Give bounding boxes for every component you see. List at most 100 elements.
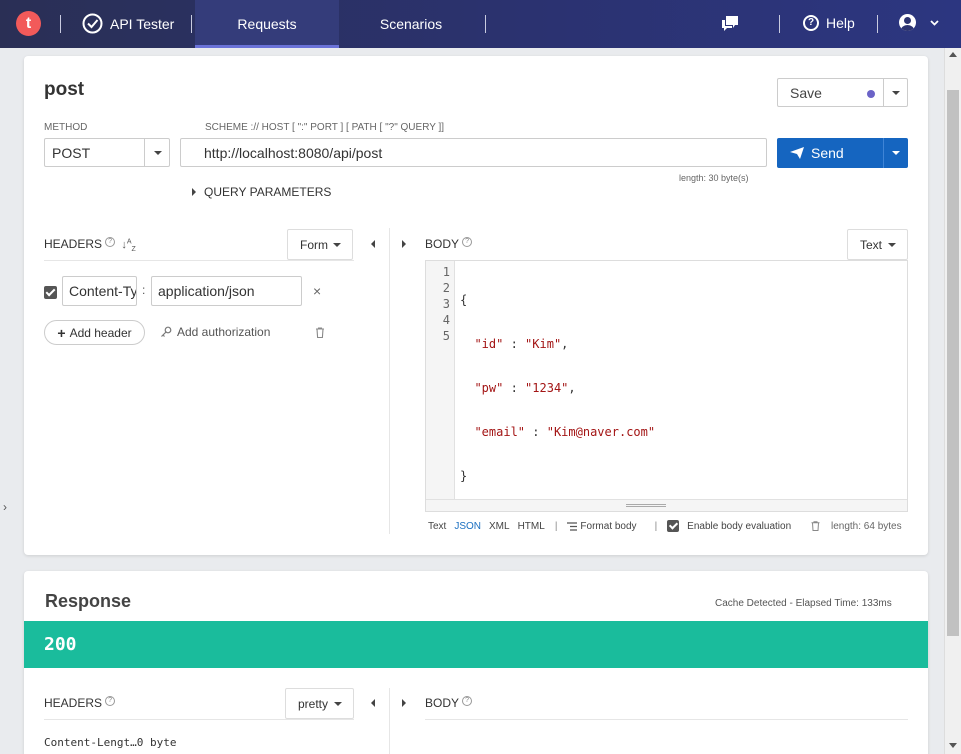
- scroll-down-arrow-icon[interactable]: [949, 743, 957, 748]
- line-number: 5: [442, 329, 450, 343]
- send-button[interactable]: Send: [777, 138, 908, 168]
- collapse-left-icon[interactable]: [371, 240, 375, 248]
- help-label: Help: [826, 15, 855, 31]
- page-scrollbar[interactable]: [944, 48, 961, 754]
- sort-icon[interactable]: ↓AZ: [121, 238, 135, 253]
- paper-plane-icon: [790, 147, 804, 159]
- response-headers-section: HEADERS?: [44, 696, 116, 710]
- save-button[interactable]: Save: [777, 78, 908, 107]
- format-html-option[interactable]: HTML: [518, 521, 545, 532]
- add-authorization-button[interactable]: Add authorization: [160, 325, 270, 339]
- nav-separator: [191, 15, 192, 33]
- caret-down-icon: [892, 151, 900, 155]
- brand[interactable]: API Tester: [82, 13, 174, 34]
- user-menu[interactable]: [899, 14, 939, 31]
- editor-resize-bar[interactable]: [426, 499, 907, 511]
- enable-body-evaluation-toggle[interactable]: Enable body evaluation: [667, 520, 799, 532]
- toolbar-separator: |: [554, 520, 558, 532]
- request-title[interactable]: post: [44, 79, 84, 101]
- help-question-icon[interactable]: ?: [105, 237, 116, 247]
- format-xml-option[interactable]: XML: [489, 521, 510, 532]
- enable-evaluation-checkbox[interactable]: [667, 520, 680, 532]
- trash-icon[interactable]: [315, 327, 325, 338]
- headers-mode-label: Form: [300, 238, 328, 252]
- response-header-row[interactable]: Content-Lengt…0 byte: [44, 736, 176, 749]
- headers-label: HEADERS: [44, 237, 103, 251]
- code-content[interactable]: { "id" : "Kim", "pw" : "1234", "email" :…: [460, 264, 655, 512]
- scroll-up-arrow-icon[interactable]: [949, 52, 957, 57]
- code-line: "pw" : "1234",: [474, 381, 576, 395]
- user-avatar-icon: [899, 14, 916, 31]
- app-logo[interactable]: t: [16, 11, 41, 36]
- divider: [425, 719, 908, 720]
- response-headers-mode-label: pretty: [298, 697, 329, 711]
- expand-arrow-icon: [192, 188, 196, 196]
- nav-separator: [779, 15, 780, 33]
- chat-bubbles-icon[interactable]: [720, 14, 740, 32]
- code-line: {: [460, 293, 468, 307]
- save-options-dropdown[interactable]: [883, 79, 908, 106]
- nav-separator: [877, 15, 878, 33]
- collapse-right-icon[interactable]: [402, 240, 406, 248]
- add-header-button[interactable]: + Add header: [44, 320, 145, 345]
- line-number: 4: [442, 313, 450, 327]
- response-headers-mode-dropdown[interactable]: pretty: [285, 688, 354, 719]
- send-options-dropdown[interactable]: [883, 138, 908, 168]
- nav-separator: [485, 15, 486, 33]
- query-parameters-toggle[interactable]: QUERY PARAMETERS: [192, 185, 331, 199]
- help-question-icon[interactable]: ?: [462, 237, 473, 247]
- body-mode-dropdown[interactable]: Text: [847, 229, 908, 260]
- body-length: length: 64 bytes: [831, 521, 902, 532]
- collapse-right-icon[interactable]: [402, 699, 406, 707]
- format-json-option[interactable]: JSON: [454, 521, 481, 532]
- body-code-editor[interactable]: 1 2 3 4 5 { "id" : "Kim", "pw" : "1234",…: [425, 260, 908, 512]
- method-dropdown-toggle[interactable]: [144, 139, 170, 166]
- header-value-input[interactable]: application/json: [151, 276, 302, 306]
- divider: [44, 719, 354, 720]
- key-icon: [161, 326, 172, 337]
- remove-header-icon[interactable]: ×: [313, 283, 321, 299]
- line-number-gutter: 1 2 3 4 5: [426, 261, 455, 499]
- help-question-icon[interactable]: ?: [462, 696, 473, 706]
- caret-down-icon: [154, 151, 162, 155]
- code-line: }: [460, 469, 468, 483]
- header-key-input[interactable]: Content-Type: [62, 276, 137, 306]
- format-text-option[interactable]: Text: [428, 521, 446, 532]
- expand-sidebar-icon[interactable]: ›: [3, 500, 7, 514]
- line-number: 3: [442, 297, 450, 311]
- collapse-left-icon[interactable]: [371, 699, 375, 707]
- help-question-icon[interactable]: ?: [105, 696, 116, 706]
- response-title: Response: [45, 591, 132, 611]
- header-enabled-checkbox[interactable]: [44, 286, 57, 299]
- headers-mode-dropdown[interactable]: Form: [287, 229, 353, 260]
- response-headers-label: HEADERS: [44, 696, 103, 710]
- code-line: "email" : "Kim@naver.com": [474, 425, 656, 439]
- help-link[interactable]: ? Help: [803, 15, 855, 31]
- chevron-down-icon: [930, 19, 939, 26]
- response-card: Response Cache Detected - Elapsed Time: …: [24, 571, 928, 754]
- tab-requests[interactable]: Requests: [195, 0, 339, 48]
- response-meta: Cache Detected - Elapsed Time: 133ms: [715, 598, 892, 609]
- tab-scenarios[interactable]: Scenarios: [339, 0, 483, 48]
- add-authorization-label: Add authorization: [177, 325, 271, 339]
- caret-down-icon: [892, 91, 900, 95]
- method-value: POST: [52, 145, 91, 161]
- save-label: Save: [790, 85, 822, 101]
- status-code: 200: [44, 634, 77, 655]
- url-input[interactable]: [180, 138, 767, 167]
- line-number: 2: [442, 281, 450, 295]
- line-number: 1: [442, 265, 450, 279]
- code-line: "id" : "Kim",: [474, 337, 569, 351]
- resize-handle-icon[interactable]: [626, 504, 666, 507]
- scroll-thumb[interactable]: [947, 90, 959, 636]
- send-label-group: Send: [790, 145, 844, 161]
- send-label: Send: [811, 145, 844, 161]
- caret-down-icon: [888, 243, 896, 247]
- clear-body-trash-icon[interactable]: [811, 521, 820, 531]
- method-select[interactable]: POST: [44, 138, 170, 167]
- add-header-label: Add header: [69, 325, 132, 340]
- format-body-button[interactable]: Format body: [567, 521, 644, 532]
- format-body-label: Format body: [580, 520, 637, 532]
- response-body-section: BODY?: [425, 696, 473, 710]
- request-card: post Save METHOD SCHEME :// HOST [ ":" P…: [24, 56, 928, 555]
